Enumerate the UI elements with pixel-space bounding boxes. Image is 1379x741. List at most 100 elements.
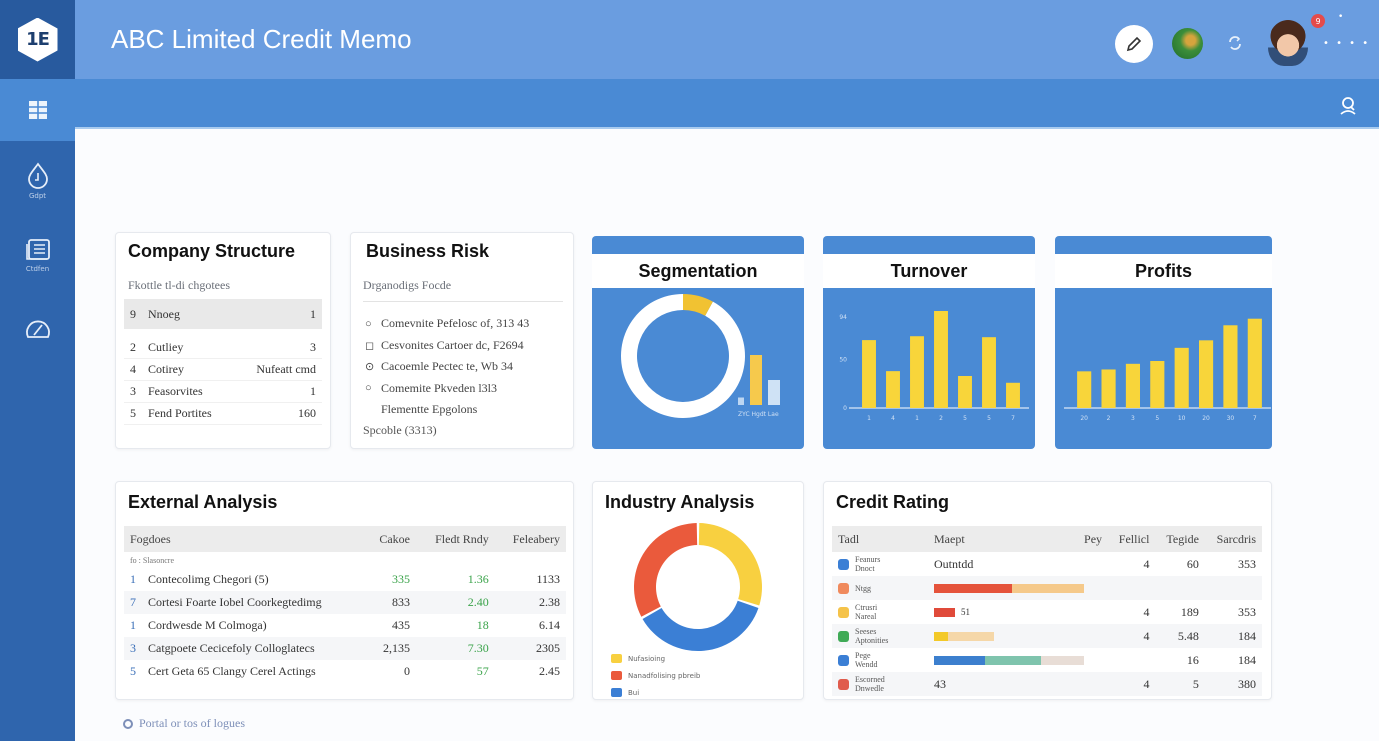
list-item[interactable]: ○ Comemite Pkveden l3l3 [365, 378, 570, 400]
row-label: Cert Geta 65 Clangy Cerel Actings [148, 664, 316, 678]
logo[interactable]: 1E [0, 0, 75, 79]
item-text: Cesvonites Cartoer dc, F2694 [381, 337, 524, 352]
mini-bar-label: ZYC Hgdt Lae [738, 411, 779, 418]
table-row[interactable]: Pege Wendd 16 184 [832, 648, 1262, 672]
x-tick-label: 5 [1155, 415, 1159, 422]
table-row[interactable]: 1 Cordwesde M Colmoga) 435 18 6.14 [124, 614, 566, 637]
card-title: Company Structure [128, 241, 296, 261]
row-value: 3 [310, 340, 316, 354]
turnover-card: Turnover 1 4 1 2 5 5 7 0 50 94 [823, 236, 1035, 449]
legend-swatch [611, 654, 622, 663]
table-row[interactable]: Seeses Aptonities 4 5.48 184 [832, 624, 1262, 648]
table-row[interactable]: Feanurs Dnoct Outntdd 4 60 353 [832, 552, 1262, 576]
column-header[interactable]: Fledt Rndy [415, 526, 495, 552]
table-row[interactable]: Ntgg [832, 576, 1262, 600]
table-row[interactable]: 1 Contecolimg Chegori (5) 335 1.36 1133 [124, 568, 566, 591]
cell-value: Outntdd [934, 556, 974, 571]
column-header[interactable]: Sarcdris [1204, 526, 1262, 552]
list-item[interactable]: 5 Fend Portites 160 [124, 403, 322, 425]
cell-value: 57 [476, 664, 489, 678]
table-row[interactable]: Ctrusri Nareal 51 4 189 353 [832, 600, 1262, 624]
list-item[interactable]: 9 Nnoeg 1 [124, 299, 322, 329]
cell-value: 18 [476, 618, 489, 632]
footer-link[interactable]: Portal or tos of logues [123, 716, 245, 731]
table-row[interactable]: 7 Cortesi Foarte Iobel Coorkegtedimg 833 2.… [124, 591, 566, 614]
donut-slice-0 [698, 523, 762, 606]
row-label: Ntgg [855, 584, 871, 593]
edit-button[interactable] [1115, 25, 1153, 63]
table-row[interactable]: 3 Catgpoete Cecicefoly Colloglatecs 2,135 7… [124, 637, 566, 660]
column-header[interactable]: Pey [1041, 526, 1109, 552]
bar-2 [910, 336, 924, 408]
row-label-line: Dnoct [855, 564, 875, 573]
row-label: Cortesi Foarte Iobel Coorkegtedimg [148, 595, 322, 609]
legend-item: Nanadfolising pbreib [611, 667, 700, 684]
row-index: 1 [130, 618, 136, 632]
turnover-chart: 1 4 1 2 5 5 7 0 50 94 [839, 311, 1029, 422]
sidebar-item-documents[interactable] [0, 79, 75, 141]
progress-cell [928, 576, 1155, 600]
cell-value: 51 [961, 607, 970, 617]
table-row[interactable]: Escorned Dnwedle 43 4 5 380 [832, 672, 1262, 696]
progress-segment [934, 631, 948, 641]
column-header[interactable]: Maept [928, 526, 1042, 552]
column-header[interactable]: Fogdoes [124, 526, 365, 552]
column-header[interactable]: Cakoe [364, 526, 416, 552]
segmentation-chart: ZYC Hgdt Lae [621, 294, 780, 418]
column-header[interactable]: Fellicl [1108, 526, 1156, 552]
x-tick-label: 7 [1253, 415, 1257, 422]
column-header[interactable]: Tegide [1155, 526, 1205, 552]
row-index: 7 [130, 595, 136, 609]
row-icon [838, 630, 849, 642]
bar-2 [1125, 363, 1141, 408]
card-subtitle: Fkottle tl-di chgotees [128, 278, 230, 292]
cell-value: 16 [1186, 652, 1199, 667]
user-icon[interactable] [1338, 95, 1358, 119]
mini-bar-1 [750, 355, 762, 405]
cell-value: 1133 [536, 572, 560, 586]
notification-badge[interactable]: 9 [1311, 14, 1325, 28]
sidebar-item-label: Ctdfen [25, 264, 50, 273]
status-dot: • [1338, 12, 1344, 22]
x-tick-label: 10 [1178, 415, 1186, 422]
cell-value: 5 [1192, 676, 1199, 691]
row-label: Nnoeg [148, 306, 180, 321]
cell-value: 5.48 [1177, 628, 1199, 643]
x-tick-label: 2 [939, 415, 943, 422]
column-header[interactable]: Feleabery [494, 526, 566, 552]
cell-value: 2305 [536, 641, 560, 655]
globe-icon[interactable] [1172, 28, 1203, 59]
mini-bar-2 [768, 380, 780, 405]
row-label: Fend Portites [148, 406, 212, 420]
row-value: 1 [310, 384, 316, 398]
list-item[interactable]: 3 Feasorvites 1 [124, 381, 322, 403]
legend-swatch [611, 688, 622, 697]
sidebar-item-drop[interactable]: Gdpt [0, 150, 75, 210]
list-item[interactable]: 2 Cutliey 3 [124, 337, 322, 359]
item-text: Cacoemle Pectec te, Wb 34 [381, 359, 514, 374]
row-label: Cutliey [148, 340, 184, 354]
list-item[interactable]: 4 Cotirey Nufeatt cmd [124, 359, 322, 381]
table-row[interactable]: 5 Cert Geta 65 Clangy Cerel Actings 0 57 2.4… [124, 660, 566, 683]
list-item[interactable]: ◻ Cesvonites Cartoer dc, F2694 [365, 335, 570, 357]
sidebar-item-list[interactable]: Ctdfen [0, 225, 75, 285]
business-risk-list: ○ Comevnite Pefelosc of, 313 43 ◻ Cesvonite… [365, 313, 570, 421]
app-title: ABC Limited Credit Memo [111, 24, 412, 54]
sidebar-item-gauge[interactable] [0, 298, 75, 358]
card-subtitle: Drganodigs Focde [363, 278, 452, 292]
list-item[interactable]: ⊙ Cacoemle Pectec te, Wb 34 [365, 356, 570, 378]
cell-value: 4 [1143, 628, 1150, 643]
bar-3 [1150, 361, 1165, 408]
business-risk-footer: Spcoble (3313) [363, 423, 437, 437]
row-value: 160 [298, 406, 316, 420]
row-label-cell: Ctrusri Nareal [832, 600, 928, 624]
list-item[interactable]: Flementte Epgolons [365, 399, 570, 421]
avatar[interactable] [1268, 20, 1308, 66]
row-label-line: Seeses [855, 627, 877, 636]
more-dots-icon[interactable]: • • • • [1323, 38, 1370, 49]
sync-icon[interactable] [1225, 32, 1245, 59]
list-item[interactable]: ○ Comevnite Pefelosc of, 313 43 [365, 313, 570, 335]
donut-slice-2 [634, 523, 698, 617]
column-header[interactable]: Tadl [832, 526, 928, 552]
cell-value: 0 [403, 664, 410, 678]
